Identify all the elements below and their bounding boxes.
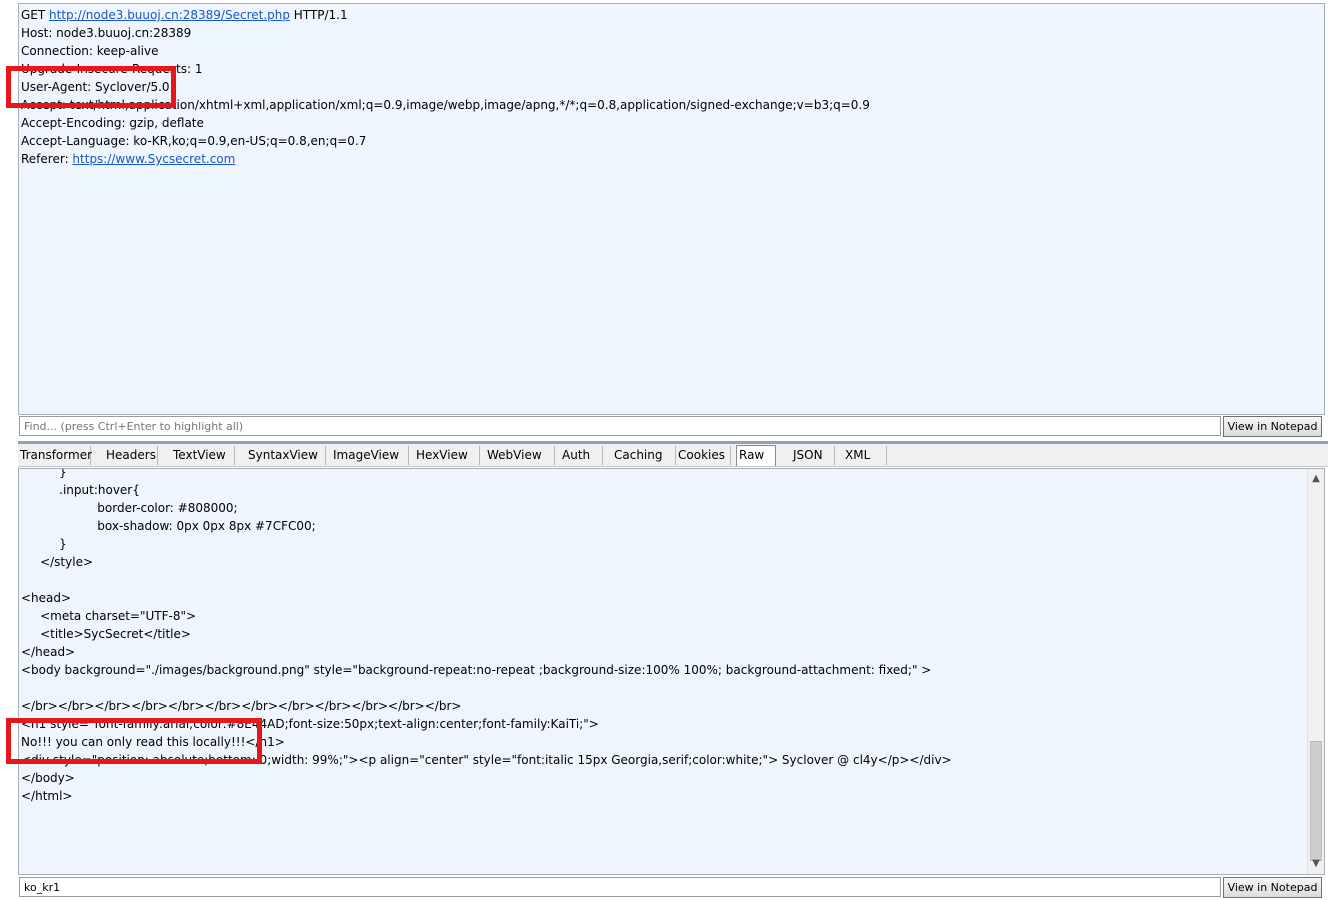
header-accept-encoding: Accept-Encoding: gzip, deflate: [21, 116, 204, 130]
tab-transformer[interactable]: Transformer: [18, 446, 92, 465]
code-line: </html>: [21, 789, 73, 803]
header-host: Host: node3.buuoj.cn:28389: [21, 26, 192, 40]
tab-cookies[interactable]: Cookies: [676, 446, 731, 465]
tab-raw[interactable]: Raw: [736, 445, 776, 466]
request-raw-pane[interactable]: GET http://node3.buuoj.cn:28389/Secret.p…: [18, 3, 1325, 415]
code-line: <head>: [21, 591, 72, 605]
response-tab-bar: Transformer Headers TextView SyntaxView …: [18, 444, 1328, 467]
code-line: <body background="./images/background.pn…: [21, 663, 932, 677]
tab-xml[interactable]: XML: [843, 446, 887, 465]
request-find-input[interactable]: [19, 416, 1221, 436]
response-scrollbar[interactable]: ▲ ▼: [1307, 469, 1324, 874]
header-connection: Connection: keep-alive: [21, 44, 159, 58]
response-find-input[interactable]: [19, 877, 1221, 897]
tab-hexview[interactable]: HexView: [414, 446, 480, 465]
tab-webview[interactable]: WebView: [485, 446, 555, 465]
tab-json[interactable]: JSON: [791, 446, 835, 465]
annotation-locally-message-highlight: [6, 718, 262, 764]
referer-link[interactable]: https://www.Sycsecret.com: [72, 152, 235, 166]
header-accept-language: Accept-Language: ko-KR,ko;q=0.9,en-US;q=…: [21, 134, 367, 148]
code-line: border-color: #808000;: [21, 501, 238, 515]
code-line: }: [21, 537, 67, 551]
left-margin: [0, 0, 17, 900]
request-view-in-notepad-button[interactable]: View in Notepad: [1223, 416, 1322, 437]
request-url-link[interactable]: http://node3.buuoj.cn:28389/Secret.php: [49, 8, 290, 22]
header-referer: Referer: https://www.Sycsecret.com: [21, 152, 236, 166]
code-line: <meta charset="UTF-8">: [21, 609, 197, 623]
tab-auth[interactable]: Auth: [560, 446, 603, 465]
code-line: <title>SycSecret</title>: [21, 627, 191, 641]
code-line: </head>: [21, 645, 76, 659]
tab-imageview[interactable]: ImageView: [331, 446, 409, 465]
annotation-user-agent-highlight: [6, 66, 176, 108]
code-line: box-shadow: 0px 0px 8px #7CFC00;: [21, 519, 316, 533]
code-line: </br></br></br></br></br></br></br></br>…: [21, 699, 462, 713]
tab-textview[interactable]: TextView: [171, 446, 235, 465]
scroll-down-icon[interactable]: ▼: [1308, 856, 1324, 872]
response-raw-pane[interactable]: } .input:hover{ border-color: #808000; b…: [18, 468, 1325, 875]
code-line: </style>: [21, 555, 93, 569]
tab-headers[interactable]: Headers: [104, 446, 158, 465]
request-line: GET http://node3.buuoj.cn:28389/Secret.p…: [21, 8, 348, 22]
tab-caching[interactable]: Caching: [612, 446, 676, 465]
code-line: }: [21, 468, 67, 479]
scroll-up-icon[interactable]: ▲: [1308, 471, 1324, 487]
code-line: .input:hover{: [21, 483, 140, 497]
tab-syntaxview[interactable]: SyntaxView: [246, 446, 326, 465]
response-view-in-notepad-button[interactable]: View in Notepad: [1223, 877, 1322, 898]
scrollbar-thumb[interactable]: [1310, 741, 1322, 861]
code-line: </body>: [21, 771, 75, 785]
